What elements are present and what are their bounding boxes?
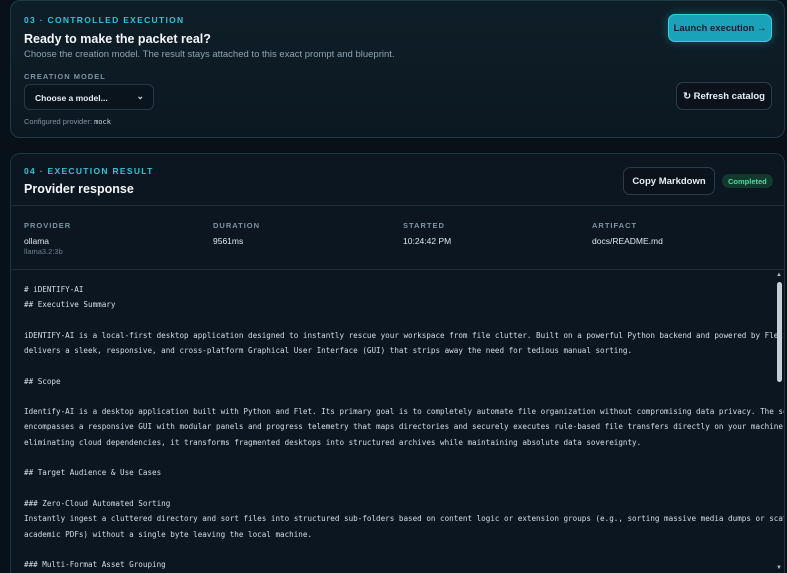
creation-model-value: Choose a model... (35, 93, 108, 103)
copy-markdown-button[interactable]: Copy Markdown (623, 167, 715, 195)
markdown-line: ### Multi-Format Asset Grouping (24, 560, 166, 569)
markdown-line: academic PDFs) without a single byte lea… (24, 530, 313, 539)
refresh-catalog-button[interactable]: ↻ Refresh catalog (676, 82, 772, 110)
artifact-value: docs/README.md (592, 236, 663, 246)
markdown-line: ### Zero-Cloud Automated Sorting (24, 499, 171, 508)
scrollbar-thumb[interactable] (777, 282, 782, 382)
markdown-line: # iDENTIFY-AI (24, 285, 84, 294)
markdown-line: encompasses a responsive GUI with modula… (24, 422, 785, 431)
output-scrollbar[interactable]: ▲ ▼ (774, 270, 784, 573)
controlled-execution-card: 03 · CONTROLLED EXECUTION Ready to make … (10, 0, 785, 138)
started-label: STARTED (403, 221, 445, 230)
provider-value: ollama (24, 236, 50, 246)
markdown-line: eliminating cloud dependencies, it trans… (24, 438, 642, 447)
markdown-line: ## Scope (24, 377, 61, 386)
creation-model-label: CREATION MODEL (24, 72, 106, 81)
duration-label: DURATION (213, 221, 261, 230)
provider-label: PROVIDER (24, 221, 72, 230)
markdown-line: Identify-AI is a desktop application bui… (24, 407, 785, 416)
divider (11, 205, 784, 206)
section-eyebrow: 03 · CONTROLLED EXECUTION (24, 15, 185, 25)
status-badge: Completed (722, 174, 773, 188)
markdown-output[interactable]: # iDENTIFY-AI ## Executive Summary iDENT… (11, 270, 784, 573)
scroll-down-arrow-icon[interactable]: ▼ (776, 565, 782, 571)
section-subtitle: Choose the creation model. The result st… (24, 49, 395, 60)
creation-model-select[interactable]: Choose a model... ⌄ (24, 84, 154, 110)
configured-provider-prefix: Configured provider: (24, 117, 92, 126)
section-title: Ready to make the packet real? (24, 32, 211, 46)
launch-execution-button[interactable]: Launch execution → (668, 14, 772, 42)
markdown-line: Instantly ingest a cluttered directory a… (24, 514, 785, 523)
started-value: 10:24:42 PM (403, 236, 452, 246)
artifact-label: ARTIFACT (592, 221, 638, 230)
markdown-line: delivers a sleek, responsive, and cross-… (24, 346, 633, 355)
scroll-up-arrow-icon[interactable]: ▲ (776, 272, 782, 278)
result-title: Provider response (24, 182, 134, 196)
execution-result-card: 04 · EXECUTION RESULT Provider response … (10, 153, 785, 573)
markdown-line: ## Target Audience & Use Cases (24, 468, 162, 477)
markdown-line: ## Executive Summary (24, 300, 116, 309)
chevron-down-icon: ⌄ (136, 91, 144, 101)
markdown-line: iDENTIFY-AI is a local-first desktop app… (24, 331, 785, 340)
result-eyebrow: 04 · EXECUTION RESULT (24, 166, 154, 176)
duration-value: 9561ms (213, 236, 244, 246)
configured-provider-value: mock (94, 118, 111, 126)
provider-model: llama3.2:3b (24, 247, 63, 256)
configured-provider-note: Configured provider: mock (24, 117, 111, 126)
